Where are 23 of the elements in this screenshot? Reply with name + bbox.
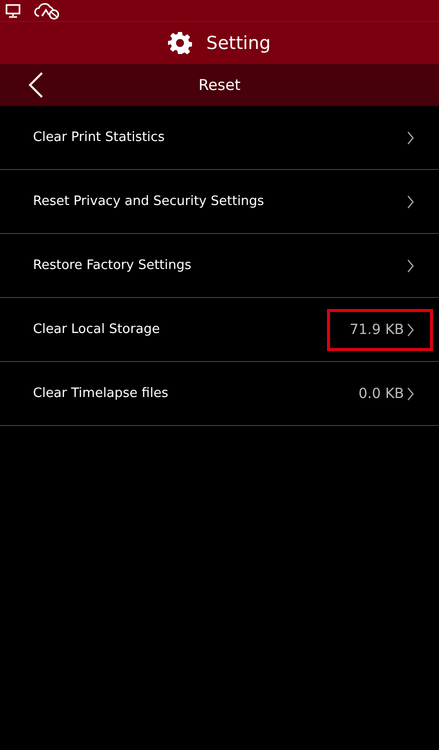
row-value: 71.9 KB [350, 322, 404, 338]
header-title: Setting [206, 32, 271, 54]
row-label: Clear Timelapse files [33, 386, 168, 401]
chevron-icon [407, 386, 414, 400]
settings-row[interactable]: Clear Print Statistics [0, 106, 439, 170]
row-label: Restore Factory Settings [33, 258, 192, 273]
settings-icon [168, 31, 192, 55]
settings-row[interactable]: Clear Local Storage 71.9 KB [0, 298, 439, 362]
monitor-icon [5, 4, 21, 18]
row-label: Clear Local Storage [33, 322, 160, 337]
row-value: 0.0 KB [358, 386, 404, 402]
cloud-icon [33, 2, 61, 20]
settings-row[interactable]: Clear Timelapse files 0.0 KB [0, 362, 439, 426]
row-label: Clear Print Statistics [33, 130, 165, 145]
page-title: Reset [198, 76, 240, 94]
settings-row[interactable]: Reset Privacy and Security Settings [0, 170, 439, 234]
settings-row[interactable]: Restore Factory Settings [0, 234, 439, 298]
chevron-icon [407, 194, 414, 208]
chevron-icon [407, 130, 414, 144]
back-button[interactable] [28, 72, 44, 98]
chevron-icon [407, 322, 414, 336]
chevron-icon [407, 258, 414, 272]
row-label: Reset Privacy and Security Settings [33, 194, 264, 209]
